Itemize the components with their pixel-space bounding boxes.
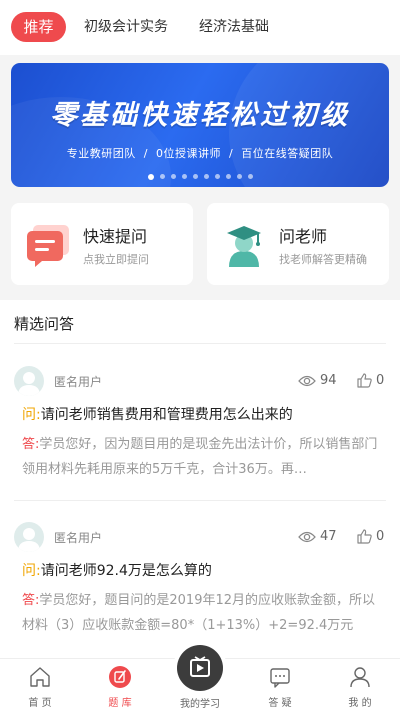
question-chat-icon xyxy=(27,225,69,267)
question-mark-label: 问: xyxy=(22,563,41,579)
like-count: 0 xyxy=(376,529,385,544)
qa-item[interactable]: 匿名用户 47 0 问:请问老师92.4万是怎么算的 答:学员您好，题目问的是2… xyxy=(0,522,400,660)
card-title: 快速提问 xyxy=(83,227,148,246)
nav-label: 题 库 xyxy=(108,698,132,709)
qa-item[interactable]: 匿名用户 94 0 问:请问老师销售费用和管理费用怎么出来的 答:学员您好，因为… xyxy=(0,366,400,506)
user-icon xyxy=(350,667,370,688)
answer-text: 答:学员您好，题目问的是2019年12月的应收账款金额，所以材料（3）应收账款金… xyxy=(22,588,382,638)
like-button[interactable]: 0 xyxy=(357,371,384,391)
avatar xyxy=(14,366,44,396)
pagination-dot[interactable] xyxy=(147,173,154,180)
answer-mark-label: 答: xyxy=(22,593,40,608)
pagination-dot[interactable] xyxy=(236,174,242,179)
question-bank-icon xyxy=(109,666,131,688)
tab-junior-accounting[interactable]: 初级会计实务 xyxy=(84,12,168,42)
card-subtitle: 找老师解答更精确 xyxy=(279,253,367,266)
eye-icon xyxy=(298,531,316,543)
question-text: 问:请问老师92.4万是怎么算的 xyxy=(22,560,212,580)
thumbs-up-icon xyxy=(357,529,372,544)
nav-label: 首 页 xyxy=(28,698,52,709)
thumbs-up-icon xyxy=(357,373,372,388)
top-tab-bar: 推荐 初级会计实务 经济法基础 xyxy=(0,0,400,55)
like-button[interactable]: 0 xyxy=(357,527,384,547)
answer-body: 学员您好，题目问的是2019年12月的应收账款金额，所以材料（3）应收账款金额=… xyxy=(22,593,376,633)
eye-icon xyxy=(298,375,316,387)
answer-mark-label: 答: xyxy=(22,437,40,452)
pagination-dot[interactable] xyxy=(203,174,209,179)
teacher-icon xyxy=(227,226,261,267)
divider xyxy=(14,500,386,501)
play-icon xyxy=(190,656,210,677)
banner-separator: / xyxy=(229,147,234,160)
tab-economic-law[interactable]: 经济法基础 xyxy=(199,12,269,42)
banner-sub-2: 0位授课讲师 xyxy=(156,147,221,160)
chat-icon xyxy=(270,668,290,688)
view-count: 94 xyxy=(298,371,337,391)
tab-recommend[interactable]: 推荐 xyxy=(11,12,66,42)
banner-sub-1: 专业教研团队 xyxy=(66,147,136,160)
pagination-dot[interactable] xyxy=(225,174,231,179)
nav-label: 答 疑 xyxy=(268,698,292,709)
question-body: 请问老师92.4万是怎么算的 xyxy=(40,563,212,579)
answer-text: 答:学员您好，因为题目用的是现金先出法计价，所以销售部门领用材料先耗用原来的5万… xyxy=(22,432,382,482)
pagination-dot[interactable] xyxy=(159,174,165,179)
nav-label: 我的学习 xyxy=(180,699,220,710)
card-subtitle: 点我立即提问 xyxy=(83,253,149,266)
nav-me[interactable]: 我 的 xyxy=(320,659,400,711)
nav-qa[interactable]: 答 疑 xyxy=(240,659,320,711)
banner-separator: / xyxy=(143,147,148,160)
avatar xyxy=(14,522,44,552)
question-body: 请问老师销售费用和管理费用怎么出来的 xyxy=(40,407,293,423)
view-count-value: 47 xyxy=(320,529,337,544)
answer-body: 学员您好，因为题目用的是现金先出法计价，所以销售部门领用材料先耗用原来的5万千克… xyxy=(22,437,378,477)
nav-label: 我 的 xyxy=(348,698,372,709)
banner-title: 零基础快速轻松过初级 xyxy=(50,100,350,131)
username: 匿名用户 xyxy=(54,531,103,545)
view-count-value: 94 xyxy=(320,373,337,388)
username: 匿名用户 xyxy=(54,375,103,389)
featured-qa-section: 精选问答 匿名用户 94 0 问:请问老师销售费用和管理费用怎么出来的 答:学员… xyxy=(0,300,400,660)
banner-pagination-dots xyxy=(0,166,400,180)
question-text: 问:请问老师销售费用和管理费用怎么出来的 xyxy=(22,404,293,424)
home-icon xyxy=(30,667,50,687)
nav-question-bank[interactable]: 题 库 xyxy=(80,659,160,711)
nav-home[interactable]: 首 页 xyxy=(0,659,80,711)
pagination-dot[interactable] xyxy=(214,174,220,179)
banner-sub-3: 百位在线答疑团队 xyxy=(241,147,334,160)
pagination-dot[interactable] xyxy=(192,174,198,179)
nav-my-study-button[interactable] xyxy=(177,645,223,691)
view-count: 47 xyxy=(298,527,337,547)
pagination-dot[interactable] xyxy=(247,174,253,179)
question-mark-label: 问: xyxy=(22,407,41,423)
quick-ask-card[interactable]: 快速提问 点我立即提问 xyxy=(11,203,193,285)
pagination-dot[interactable] xyxy=(170,174,176,179)
section-title: 精选问答 xyxy=(14,315,75,333)
like-count: 0 xyxy=(376,373,385,388)
card-title: 问老师 xyxy=(279,227,328,246)
pagination-dot[interactable] xyxy=(181,174,187,179)
banner-subtitle: 专业教研团队 / 0位授课讲师 / 百位在线答疑团队 xyxy=(11,145,389,161)
ask-teacher-card[interactable]: 问老师 找老师解答更精确 xyxy=(207,203,389,285)
divider xyxy=(14,343,386,344)
